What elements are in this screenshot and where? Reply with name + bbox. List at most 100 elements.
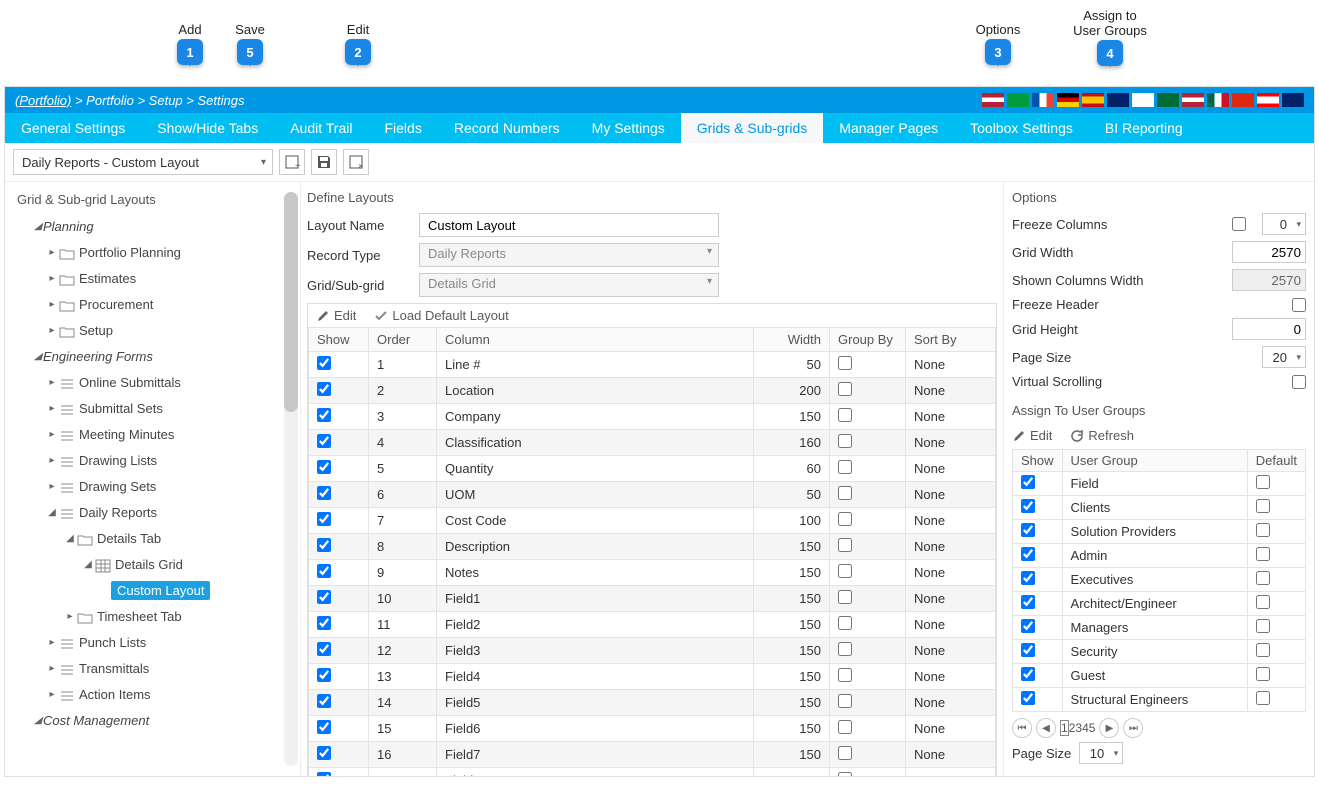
ug-row[interactable]: Security bbox=[1013, 640, 1306, 664]
groupby-check[interactable] bbox=[838, 382, 852, 396]
grid-subgrid-select[interactable]: Details Grid bbox=[419, 273, 719, 297]
tree-item[interactable]: ◢ Details Tab bbox=[11, 525, 300, 551]
show-check[interactable] bbox=[317, 642, 331, 656]
show-check[interactable] bbox=[317, 720, 331, 734]
tree-item[interactable]: ▸Submittal Sets bbox=[11, 395, 300, 421]
show-check[interactable] bbox=[317, 356, 331, 370]
tree-item[interactable]: ◢Planning bbox=[11, 213, 300, 239]
ug-default-check[interactable] bbox=[1256, 475, 1270, 489]
tree-item[interactable]: ◢Cost Management bbox=[11, 707, 300, 733]
groupby-check[interactable] bbox=[838, 538, 852, 552]
flag-bar[interactable] bbox=[982, 93, 1304, 107]
ug-row[interactable]: Clients bbox=[1013, 496, 1306, 520]
pager-prev[interactable]: ◀ bbox=[1036, 718, 1056, 738]
tree-item[interactable]: ◢ Details Grid bbox=[11, 551, 300, 577]
groupby-check[interactable] bbox=[838, 642, 852, 656]
show-check[interactable] bbox=[317, 460, 331, 474]
tree-item[interactable]: ▸ Timesheet Tab bbox=[11, 603, 300, 629]
page-size-select[interactable]: 20 bbox=[1262, 346, 1306, 368]
show-check[interactable] bbox=[317, 772, 331, 776]
ug-show-check[interactable] bbox=[1021, 643, 1035, 657]
show-check[interactable] bbox=[317, 694, 331, 708]
show-check[interactable] bbox=[317, 382, 331, 396]
grid-row[interactable]: 10Field1150None bbox=[309, 586, 996, 612]
ug-show-check[interactable] bbox=[1021, 499, 1035, 513]
add-button[interactable]: + bbox=[279, 149, 305, 175]
tree-item[interactable]: ▸Estimates bbox=[11, 265, 300, 291]
tab-grids-sub-grids[interactable]: Grids & Sub-grids bbox=[681, 113, 823, 143]
ug-refresh-button[interactable]: Refresh bbox=[1070, 428, 1134, 443]
tree-item[interactable]: ▸Action Items bbox=[11, 681, 300, 707]
sidebar-scrollbar[interactable] bbox=[284, 192, 298, 766]
groupby-check[interactable] bbox=[838, 694, 852, 708]
show-check[interactable] bbox=[317, 486, 331, 500]
ug-row[interactable]: Guest bbox=[1013, 664, 1306, 688]
groupby-check[interactable] bbox=[838, 616, 852, 630]
freeze-header-check[interactable] bbox=[1292, 298, 1306, 312]
freeze-columns-count[interactable]: 0 bbox=[1262, 213, 1306, 235]
grid-row[interactable]: 15Field6150None bbox=[309, 716, 996, 742]
pager-page[interactable]: 5 bbox=[1089, 721, 1096, 735]
breadcrumb[interactable]: (Portfolio) > Portfolio > Setup > Settin… bbox=[15, 93, 244, 108]
ug-show-check[interactable] bbox=[1021, 475, 1035, 489]
groupby-check[interactable] bbox=[838, 720, 852, 734]
grid-row[interactable]: 7Cost Code100None bbox=[309, 508, 996, 534]
ug-default-check[interactable] bbox=[1256, 547, 1270, 561]
tab-show-hide-tabs[interactable]: Show/Hide Tabs bbox=[141, 113, 274, 143]
grid-row[interactable]: 6UOM50None bbox=[309, 482, 996, 508]
ug-show-check[interactable] bbox=[1021, 595, 1035, 609]
ug-default-check[interactable] bbox=[1256, 667, 1270, 681]
groupby-check[interactable] bbox=[838, 564, 852, 578]
ug-show-check[interactable] bbox=[1021, 547, 1035, 561]
pager-page[interactable]: 4 bbox=[1082, 721, 1089, 735]
tree-item[interactable]: ▸Drawing Sets bbox=[11, 473, 300, 499]
tree-item[interactable]: Custom Layout bbox=[11, 577, 300, 603]
layout-select[interactable]: Daily Reports - Custom Layout bbox=[13, 149, 273, 175]
ug-row[interactable]: Executives bbox=[1013, 568, 1306, 592]
grid-row[interactable]: 14Field5150None bbox=[309, 690, 996, 716]
grid-row[interactable]: 4Classification160None bbox=[309, 430, 996, 456]
ug-row[interactable]: Field bbox=[1013, 472, 1306, 496]
tab-bi-reporting[interactable]: BI Reporting bbox=[1089, 113, 1199, 143]
ug-show-check[interactable] bbox=[1021, 667, 1035, 681]
show-check[interactable] bbox=[317, 408, 331, 422]
tab-my-settings[interactable]: My Settings bbox=[576, 113, 681, 143]
load-default-button[interactable]: Load Default Layout bbox=[374, 308, 508, 323]
layout-name-input[interactable] bbox=[419, 213, 719, 237]
grid-height-input[interactable] bbox=[1232, 318, 1306, 340]
grid-edit-button[interactable]: Edit bbox=[316, 308, 356, 323]
grid-row[interactable]: 5Quantity60None bbox=[309, 456, 996, 482]
tab-general-settings[interactable]: General Settings bbox=[5, 113, 141, 143]
ug-show-check[interactable] bbox=[1021, 523, 1035, 537]
pager-next[interactable]: ▶ bbox=[1099, 718, 1119, 738]
tree-item[interactable]: ▸Setup bbox=[11, 317, 300, 343]
show-check[interactable] bbox=[317, 746, 331, 760]
groupby-check[interactable] bbox=[838, 434, 852, 448]
grid-row[interactable]: 13Field4150None bbox=[309, 664, 996, 690]
show-check[interactable] bbox=[317, 590, 331, 604]
tree-item[interactable]: ▸Portfolio Planning bbox=[11, 239, 300, 265]
ug-page-size-select[interactable]: 10 bbox=[1079, 742, 1123, 764]
ug-row[interactable]: Architect/Engineer bbox=[1013, 592, 1306, 616]
show-check[interactable] bbox=[317, 668, 331, 682]
delete-button[interactable]: × bbox=[343, 149, 369, 175]
ug-default-check[interactable] bbox=[1256, 643, 1270, 657]
ug-show-check[interactable] bbox=[1021, 691, 1035, 705]
grid-row[interactable]: 11Field2150None bbox=[309, 612, 996, 638]
grid-row[interactable]: 3Company150None bbox=[309, 404, 996, 430]
pager-first[interactable]: ⏮ bbox=[1012, 718, 1032, 738]
pager-page[interactable]: 1 bbox=[1060, 720, 1069, 736]
ug-row[interactable]: Managers bbox=[1013, 616, 1306, 640]
tab-fields[interactable]: Fields bbox=[368, 113, 437, 143]
ug-default-check[interactable] bbox=[1256, 619, 1270, 633]
tree-item[interactable]: ▸Procurement bbox=[11, 291, 300, 317]
groupby-check[interactable] bbox=[838, 772, 852, 776]
groupby-check[interactable] bbox=[838, 668, 852, 682]
groupby-check[interactable] bbox=[838, 746, 852, 760]
groupby-check[interactable] bbox=[838, 408, 852, 422]
grid-row[interactable]: 9Notes150None bbox=[309, 560, 996, 586]
groupby-check[interactable] bbox=[838, 356, 852, 370]
show-check[interactable] bbox=[317, 616, 331, 630]
tab-manager-pages[interactable]: Manager Pages bbox=[823, 113, 954, 143]
pager-last[interactable]: ⏭ bbox=[1123, 718, 1143, 738]
